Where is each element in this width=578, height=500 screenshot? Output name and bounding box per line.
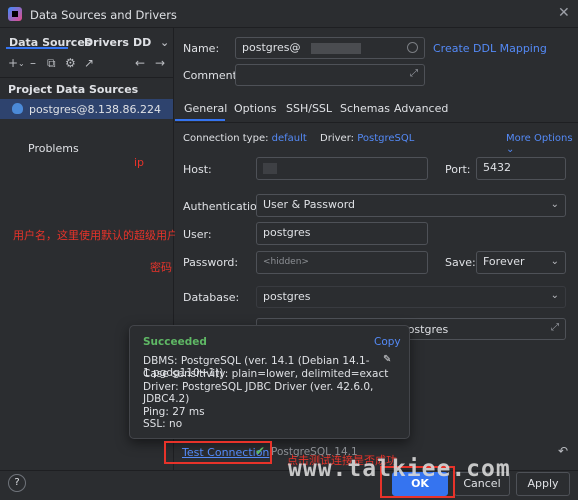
left-tabs: Data Sources Drivers DD ⌄ — [0, 28, 174, 49]
comment-field[interactable]: ⤢ — [235, 64, 425, 86]
port-label: Port: — [445, 163, 471, 176]
apply-button[interactable]: Apply — [516, 472, 570, 496]
test-result-popup: Succeeded Copy DBMS: PostgreSQL (ver. 14… — [129, 325, 410, 439]
database-value: postgres — [263, 290, 311, 303]
add-icon[interactable]: + — [8, 56, 18, 70]
database-field[interactable]: postgres ⌄ — [256, 286, 566, 308]
create-ddl-link[interactable]: Create DDL Mapping — [433, 42, 547, 55]
driver-value[interactable]: PostgreSQL — [357, 133, 414, 144]
blurred-region — [263, 163, 277, 174]
name-label: Name: — [183, 42, 220, 55]
comment-label: Comment: — [183, 69, 241, 82]
save-label: Save: — [445, 256, 476, 269]
database-label: Database: — [183, 291, 240, 304]
ping-line: Ping: 27 ms — [143, 406, 205, 418]
chevron-down-icon[interactable]: ⌄ — [160, 36, 169, 49]
tab-options[interactable]: Options — [234, 102, 276, 115]
tab-schemas[interactable]: Schemas — [340, 102, 390, 115]
driver-line: Driver: PostgreSQL JDBC Driver (ver. 42.… — [143, 381, 374, 405]
form-tabs: General Options SSH/SSL Schemas Advanced — [0, 102, 578, 118]
copy-link[interactable]: Copy — [374, 336, 401, 348]
open-icon[interactable]: ↗ — [84, 56, 94, 70]
back-icon[interactable]: ← — [135, 56, 145, 70]
save-select[interactable]: Forever ⌄ — [476, 251, 566, 274]
user-field[interactable]: postgres — [256, 222, 428, 245]
tab-ddl[interactable]: DD — [133, 36, 151, 49]
settings-icon[interactable]: ⚙ — [65, 56, 76, 70]
tab-ssh-ssl[interactable]: SSH/SSL — [286, 102, 332, 115]
auth-value: User & Password — [263, 198, 356, 211]
user-label: User: — [183, 228, 212, 241]
password-label: Password: — [183, 256, 239, 269]
active-form-tab-indicator — [175, 119, 225, 121]
password-field[interactable]: <hidden> — [256, 251, 428, 274]
section-title: Project Data Sources — [8, 83, 139, 96]
add-dropdown-icon[interactable]: ⌄ — [18, 59, 25, 68]
chevron-down-icon: ⌄ — [550, 199, 559, 210]
conn-type-label: Connection type: — [183, 133, 269, 144]
name-value: postgres@ — [242, 41, 301, 54]
auth-label: Authentication: — [183, 200, 268, 213]
ip-annotation: ip — [134, 156, 145, 169]
duplicate-icon[interactable]: ⧉ — [47, 56, 56, 71]
test-connection-highlight — [164, 441, 272, 464]
help-button[interactable]: ? — [8, 474, 26, 492]
watermark: www.talkiee.com — [288, 456, 511, 482]
status-text: Succeeded — [143, 336, 207, 348]
ssl-line: SSL: no — [143, 418, 183, 430]
password-annotation: 密码 — [150, 261, 172, 274]
driver-label: Driver: — [320, 133, 354, 144]
tab-general[interactable]: General — [184, 102, 227, 115]
divider — [175, 122, 578, 123]
host-field[interactable] — [256, 157, 428, 180]
expand-icon[interactable]: ⤢ — [410, 68, 418, 79]
forward-icon[interactable]: → — [155, 56, 165, 70]
port-field[interactable]: 5432 — [476, 157, 566, 180]
window-title: Data Sources and Drivers — [30, 8, 177, 22]
more-options-link[interactable]: More Options ⌄ — [506, 133, 578, 155]
remove-icon[interactable]: – — [30, 56, 36, 70]
conn-type-value[interactable]: default — [272, 133, 307, 144]
chevron-down-icon: ⌄ — [550, 290, 559, 301]
more-options-label: More Options — [506, 133, 573, 144]
app-logo-icon — [8, 7, 22, 21]
save-value: Forever — [483, 255, 525, 268]
host-label: Host: — [183, 163, 212, 176]
case-line: Case sensitivity: plain=lower, delimited… — [143, 368, 389, 380]
connection-type: Connection type: default Driver: Postgre… — [183, 133, 414, 144]
user-annotation: 用户名，这里使用默认的超级用户 — [13, 229, 178, 242]
edit-icon[interactable]: ✎ — [383, 354, 391, 365]
tab-drivers[interactable]: Drivers — [84, 36, 129, 49]
close-icon[interactable]: ✕ — [558, 5, 570, 21]
auth-select[interactable]: User & Password ⌄ — [256, 194, 566, 217]
blurred-region — [311, 43, 361, 54]
problems-item[interactable]: Problems — [28, 142, 79, 155]
divider — [0, 77, 174, 78]
undo-icon[interactable]: ↶ — [558, 444, 568, 458]
chevron-down-icon: ⌄ — [550, 256, 559, 267]
expand-icon[interactable]: ⤢ — [551, 322, 559, 333]
active-tab-indicator — [6, 47, 68, 49]
tab-advanced[interactable]: Advanced — [394, 102, 448, 115]
title-bar: Data Sources and Drivers ✕ — [0, 0, 578, 28]
name-field[interactable]: postgres@ — [235, 37, 425, 59]
color-circle-icon[interactable] — [407, 42, 418, 53]
chevron-down-icon: ⌄ — [506, 144, 515, 155]
